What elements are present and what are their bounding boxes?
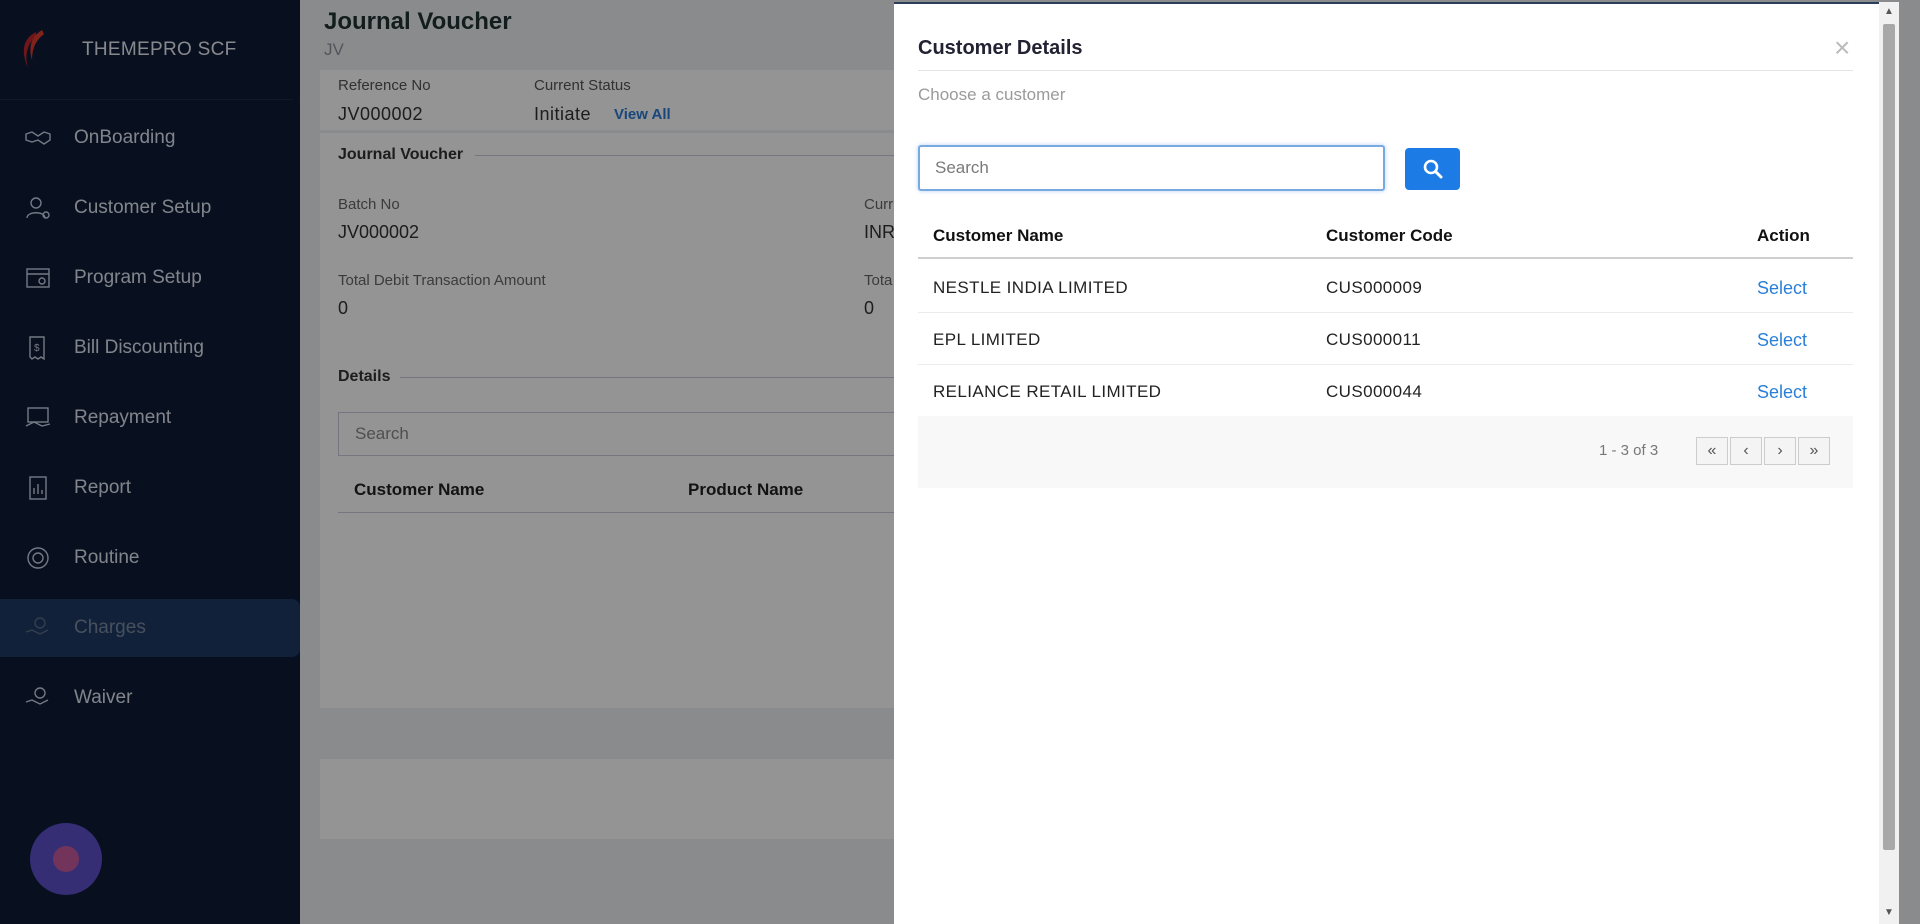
search-icon xyxy=(1423,159,1442,179)
customer-name-cell: NESTLE INDIA LIMITED xyxy=(933,278,1129,297)
table-row: RELIANCE RETAIL LIMITED CUS000044 Select xyxy=(918,365,1853,417)
last-page-button[interactable]: » xyxy=(1798,437,1830,465)
drawer-subtitle: Choose a customer xyxy=(918,85,1066,104)
table-footer: 1 - 3 of 3 « ‹ › » xyxy=(918,416,1853,488)
col-customer-name: Customer Name xyxy=(933,226,1064,245)
col-action: Action xyxy=(1757,226,1810,245)
customer-code-cell: CUS000011 xyxy=(1326,330,1421,349)
first-page-button[interactable]: « xyxy=(1696,437,1728,465)
scrollbar[interactable]: ▲ ▼ xyxy=(1879,2,1899,924)
customer-name-cell: EPL LIMITED xyxy=(933,330,1041,349)
next-page-button[interactable]: › xyxy=(1764,437,1796,465)
table-row: NESTLE INDIA LIMITED CUS000009 Select xyxy=(918,261,1853,313)
scroll-thumb[interactable] xyxy=(1883,24,1895,850)
col-customer-code: Customer Code xyxy=(1326,226,1453,245)
scroll-down-icon[interactable]: ▼ xyxy=(1884,907,1894,918)
prev-page-button[interactable]: ‹ xyxy=(1730,437,1762,465)
close-icon[interactable]: × xyxy=(1834,32,1850,64)
table-row: EPL LIMITED CUS000011 Select xyxy=(918,313,1853,365)
table-header: Customer Name Customer Code Action xyxy=(918,216,1853,259)
drawer-title: Customer Details xyxy=(918,37,1083,59)
scroll-up-icon[interactable]: ▲ xyxy=(1884,6,1894,17)
customer-code-cell: CUS000044 xyxy=(1326,382,1423,401)
customer-name-cell: RELIANCE RETAIL LIMITED xyxy=(933,382,1162,401)
pagination-info: 1 - 3 of 3 xyxy=(1599,442,1659,459)
divider xyxy=(918,70,1853,71)
search-button[interactable] xyxy=(1405,148,1460,190)
customer-code-cell: CUS000009 xyxy=(1326,278,1423,297)
customer-search-input[interactable] xyxy=(918,145,1385,191)
select-link[interactable]: Select xyxy=(1757,330,1807,351)
customer-details-drawer: Customer Details × Choose a customer Cus… xyxy=(894,2,1879,924)
select-link[interactable]: Select xyxy=(1757,382,1807,403)
select-link[interactable]: Select xyxy=(1757,278,1807,299)
